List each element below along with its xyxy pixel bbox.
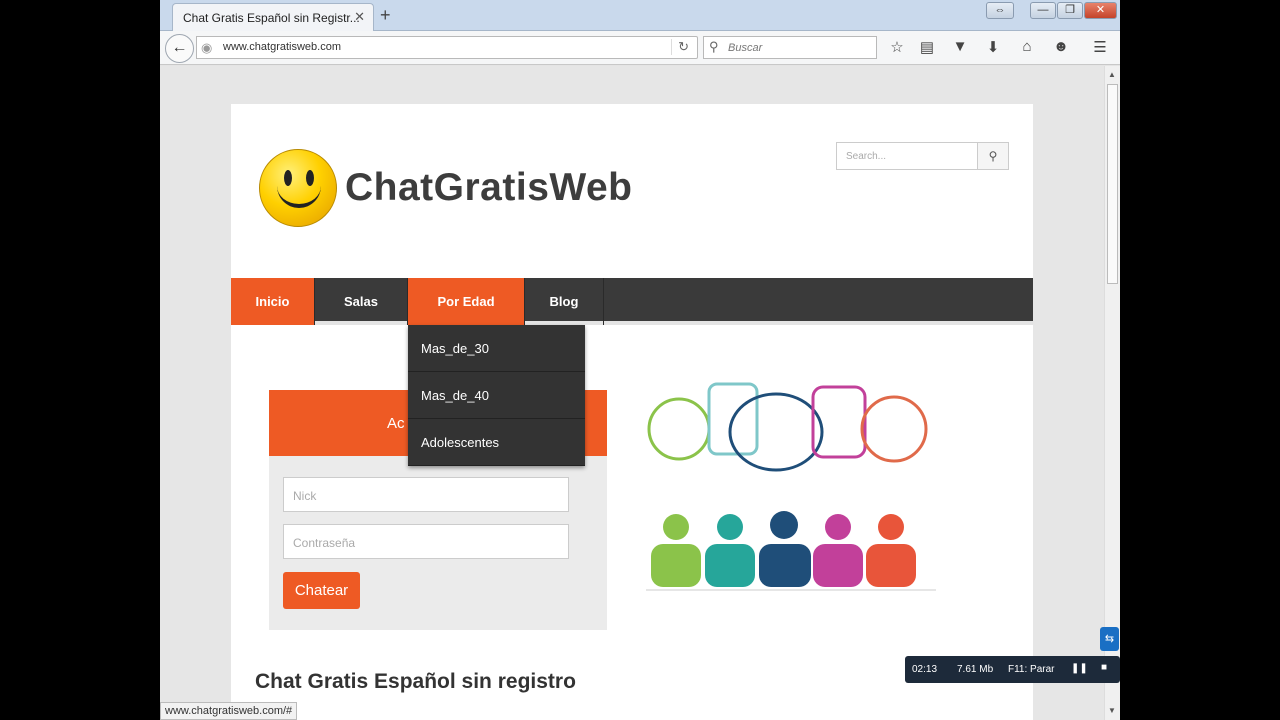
reload-icon[interactable]: ↻ — [671, 39, 689, 55]
recorder-time: 02:13 — [912, 664, 938, 675]
tab-active[interactable]: Chat Gratis Español sin Registr... ✕ — [172, 3, 374, 31]
globe-icon: ◉ — [201, 40, 213, 55]
search-icon: ⚲ — [988, 149, 998, 163]
browser-window: Chat Gratis Español sin Registr... ✕ + ⇔… — [160, 0, 1120, 720]
recorder-stop-hint: F11: Parar — [1008, 664, 1055, 675]
browser-search-input[interactable]: ⚲ Buscar — [703, 36, 877, 59]
logo-mouth — [277, 180, 321, 208]
stop-icon[interactable]: ■ — [1101, 662, 1107, 673]
tab-title: Chat Gratis Español sin Registr... — [183, 11, 360, 25]
smiley-logo-icon[interactable] — [259, 149, 337, 227]
maximize-button[interactable]: ❐ — [1057, 2, 1083, 19]
site-search-input[interactable]: Search... — [836, 142, 978, 170]
address-bar[interactable]: ◉ www.chatgratisweb.com ↻ — [196, 36, 698, 59]
menu-item-por-edad[interactable]: Por Edad — [408, 278, 525, 325]
site-logo-text[interactable]: ChatGratisWeb — [345, 166, 633, 210]
menu-item-blog[interactable]: Blog — [525, 278, 604, 325]
menu-hamburger-icon[interactable]: ☰ — [1090, 38, 1110, 56]
site-container: ChatGratisWeb Search... ⚲ Inicio Salas P… — [231, 104, 1033, 720]
navigation-toolbar: ← ◉ www.chatgratisweb.com ↻ ⚲ Buscar ☆ ▤… — [160, 31, 1120, 65]
close-window-button[interactable]: ✕ — [1084, 2, 1117, 19]
bookmark-star-icon[interactable]: ☆ — [887, 38, 907, 56]
nick-input[interactable]: Nick — [283, 477, 569, 512]
scroll-down-icon[interactable]: ▼ — [1108, 706, 1116, 715]
site-search-placeholder: Search... — [846, 151, 887, 162]
nick-placeholder: Nick — [293, 489, 317, 503]
main-menu: Inicio Salas Por Edad Blog — [231, 278, 1033, 325]
por-edad-dropdown: Mas_de_30 Mas_de_40 Adolescentes — [408, 325, 585, 466]
new-tab-button[interactable]: + — [380, 5, 391, 26]
chatear-button[interactable]: Chatear — [283, 572, 360, 609]
page-heading: Chat Gratis Español sin registro — [255, 670, 576, 693]
recorder-toolbar: 02:13 7.61 Mb F11: Parar ❚❚ ■ — [905, 656, 1120, 683]
pocket-icon[interactable]: ▼ — [950, 38, 970, 55]
password-placeholder: Contraseña — [293, 536, 356, 550]
recorder-size: 7.61 Mb — [957, 664, 994, 675]
teamviewer-icon[interactable]: ⇆ — [1100, 627, 1119, 651]
browser-search-placeholder: Buscar — [728, 42, 763, 54]
restore-icon[interactable]: ⇔ — [986, 2, 1014, 19]
dropdown-item-mas-de-40[interactable]: Mas_de_40 — [408, 372, 585, 419]
back-button[interactable]: ← — [165, 34, 194, 63]
menu-item-inicio[interactable]: Inicio — [231, 278, 315, 325]
page-scrollbar[interactable]: ▲ ▼ — [1104, 66, 1120, 720]
pause-icon[interactable]: ❚❚ — [1071, 663, 1088, 674]
close-tab-icon[interactable]: ✕ — [354, 9, 365, 25]
dropdown-item-mas-de-30[interactable]: Mas_de_30 — [408, 325, 585, 372]
search-icon: ⚲ — [709, 39, 719, 54]
home-icon[interactable]: ⌂ — [1017, 38, 1037, 55]
chat-people-illustration — [646, 382, 936, 591]
menu-item-salas[interactable]: Salas — [315, 278, 408, 325]
reading-list-icon[interactable]: ▤ — [917, 38, 937, 56]
scroll-thumb[interactable] — [1107, 84, 1118, 284]
download-icon[interactable]: ⬇ — [983, 38, 1003, 56]
password-input[interactable]: Contraseña — [283, 524, 569, 559]
dropdown-item-adolescentes[interactable]: Adolescentes — [408, 419, 585, 466]
login-title: Ac — [387, 415, 405, 432]
chat-icon[interactable]: ☻ — [1051, 38, 1071, 55]
url-text: www.chatgratisweb.com — [223, 41, 341, 53]
minimize-button[interactable]: — — [1030, 2, 1056, 19]
page-viewport: ChatGratisWeb Search... ⚲ Inicio Salas P… — [160, 66, 1104, 720]
status-bar-url: www.chatgratisweb.com/# — [160, 702, 298, 720]
site-search-button[interactable]: ⚲ — [977, 142, 1009, 170]
tab-strip: Chat Gratis Español sin Registr... ✕ + ⇔… — [160, 0, 1120, 31]
scroll-up-icon[interactable]: ▲ — [1108, 70, 1116, 79]
